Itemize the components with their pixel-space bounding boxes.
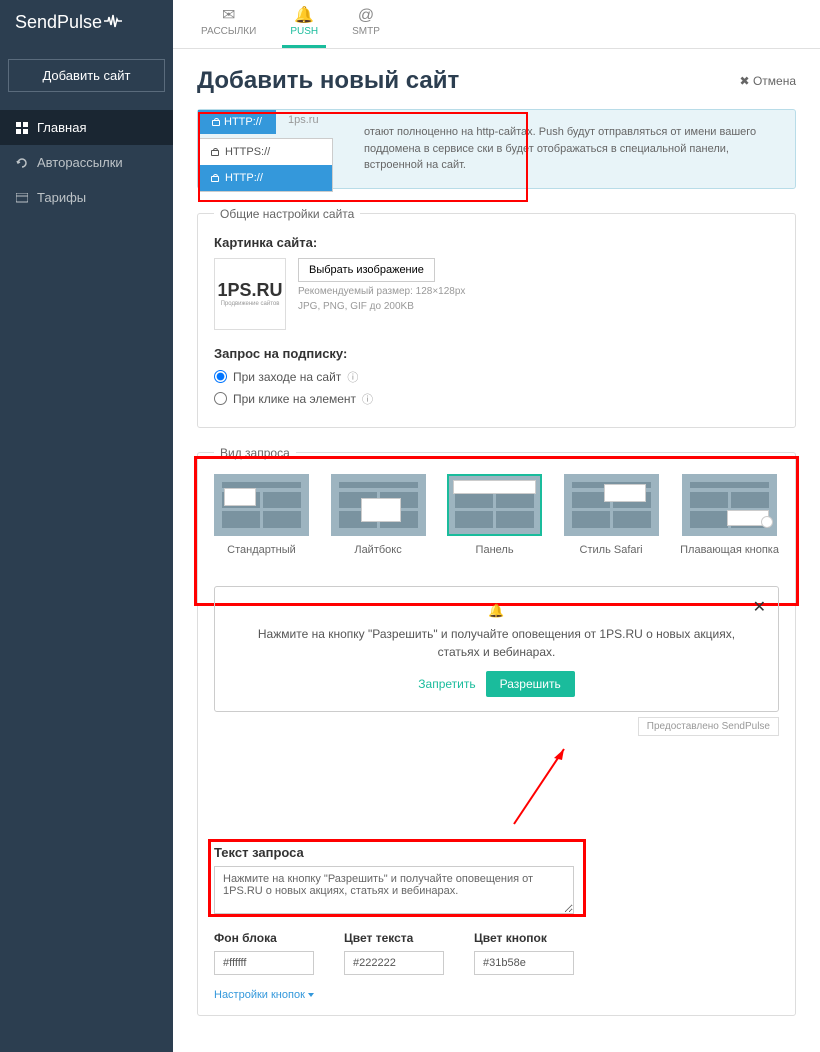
radio-label: При клике на элемент — [233, 392, 356, 406]
request-legend: Вид запроса — [214, 446, 296, 460]
provided-by-label: Предоставлено SendPulse — [638, 717, 779, 736]
type-label: Стиль Safari — [580, 544, 643, 556]
topnav-smtp[interactable]: @ SMTP — [344, 4, 388, 48]
request-type-standard[interactable]: Стандартный — [214, 474, 309, 556]
subscribe-request-label: Запрос на подписку: — [214, 346, 779, 361]
type-label: Плавающая кнопка — [680, 544, 779, 556]
general-settings-fieldset: Общие настройки сайта Картинка сайта: 1P… — [197, 207, 796, 428]
buttons-color-label: Цвет кнопок — [474, 931, 574, 945]
lock-icon — [211, 148, 219, 156]
main-content: ✉ РАССЫЛКИ 🔔 PUSH @ SMTP Добавить новый … — [173, 0, 820, 1052]
lock-open-icon — [211, 174, 219, 182]
nav-label: Главная — [37, 120, 86, 135]
radio-on-visit-input[interactable] — [214, 370, 227, 383]
button-settings-link[interactable]: Настройки кнопок — [214, 989, 314, 1001]
image-hint-size: Рекомендуемый размер: 128×128px — [298, 286, 465, 297]
logo-sub: Продвижение сайтов — [221, 301, 280, 307]
buttons-color-input[interactable] — [474, 951, 574, 975]
nav-home[interactable]: Главная — [0, 110, 173, 145]
nav-tariffs[interactable]: Тарифы — [0, 180, 173, 215]
nav-label: Авторассылки — [37, 155, 123, 170]
allow-button[interactable]: Разрешить — [486, 671, 575, 697]
top-nav: ✉ РАССЫЛКИ 🔔 PUSH @ SMTP — [173, 0, 820, 49]
close-preview-button[interactable]: ✕ — [753, 597, 766, 617]
topnav-label: РАССЫЛКИ — [201, 26, 256, 37]
chevron-down-icon — [308, 993, 314, 997]
radio-on-click[interactable]: При клике на элемент ⓘ — [214, 391, 779, 407]
type-label: Панель — [476, 544, 514, 556]
logo-suffix: .RU — [252, 280, 283, 300]
refresh-icon — [15, 157, 29, 169]
radio-on-click-input[interactable] — [214, 392, 227, 405]
request-text-input[interactable] — [214, 866, 574, 914]
lock-open-icon — [212, 118, 220, 126]
protocol-option-https[interactable]: HTTPS:// — [199, 139, 332, 165]
topnav-mailings[interactable]: ✉ РАССЫЛКИ — [193, 4, 264, 48]
request-type-safari[interactable]: Стиль Safari — [564, 474, 659, 556]
nav-label: Тарифы — [37, 190, 86, 205]
request-text-label: Текст запроса — [214, 845, 584, 860]
request-type-floating[interactable]: Плавающая кнопка — [680, 474, 779, 556]
request-text-block: Текст запроса — [214, 845, 584, 917]
preview-text: Нажмите на кнопку "Разрешить" и получайт… — [251, 625, 742, 661]
card-icon — [15, 192, 29, 204]
request-view-fieldset: Вид запроса Стандартный Лайтбокс Панель — [197, 446, 796, 1016]
topnav-label: PUSH — [290, 26, 318, 37]
add-site-button[interactable]: Добавить сайт — [8, 59, 165, 92]
sidebar: SendPulse Добавить сайт Главная Авторасс… — [0, 0, 173, 1052]
info-icon[interactable]: ⓘ — [347, 369, 358, 385]
link-label: Настройки кнопок — [214, 989, 305, 1001]
topnav-label: SMTP — [352, 26, 380, 37]
image-hint-format: JPG, PNG, GIF до 200KB — [298, 301, 465, 312]
cancel-link[interactable]: Отмена — [740, 74, 796, 88]
option-label: HTTPS:// — [225, 146, 270, 158]
option-label: HTTP:// — [225, 172, 263, 184]
text-color-label: Цвет текста — [344, 931, 444, 945]
logo-main: 1PS — [217, 280, 251, 300]
protocol-dropdown: HTTPS:// HTTP:// — [198, 138, 333, 192]
site-url-input[interactable]: 1ps.ru — [288, 114, 319, 126]
bell-icon: 🔔 — [294, 8, 314, 24]
type-label: Лайтбокс — [354, 544, 401, 556]
nav-autosend[interactable]: Авторассылки — [0, 145, 173, 180]
protocol-tab[interactable]: HTTP:// — [198, 110, 276, 134]
request-type-lightbox[interactable]: Лайтбокс — [331, 474, 426, 556]
topnav-push[interactable]: 🔔 PUSH — [282, 4, 326, 48]
select-image-button[interactable]: Выбрать изображение — [298, 258, 435, 282]
general-legend: Общие настройки сайта — [214, 207, 360, 221]
info-icon[interactable]: ⓘ — [362, 391, 373, 407]
type-label: Стандартный — [227, 544, 296, 556]
block-color-label: Фон блока — [214, 931, 314, 945]
pulse-icon — [104, 12, 122, 33]
protocol-option-http[interactable]: HTTP:// — [199, 165, 332, 191]
envelope-icon: ✉ — [222, 8, 235, 24]
protocol-info-text: отают полноценно на http-сайтах. Push бу… — [364, 124, 779, 174]
grid-icon — [15, 122, 29, 134]
site-image-preview: 1PS.RU Продвижение сайтов — [214, 258, 286, 330]
at-icon: @ — [358, 8, 374, 24]
text-color-input[interactable] — [344, 951, 444, 975]
brand-text: SendPulse — [15, 12, 102, 33]
bell-icon: 🔔 — [251, 603, 742, 619]
request-type-panel[interactable]: Панель — [447, 474, 542, 556]
annotation-arrow — [314, 744, 574, 834]
brand-logo: SendPulse — [0, 0, 173, 45]
notification-preview: ✕ 🔔 Нажмите на кнопку "Разрешить" и полу… — [214, 586, 779, 712]
radio-on-visit[interactable]: При заходе на сайт ⓘ — [214, 369, 779, 385]
protocol-info-box: HTTP:// 1ps.ru HTTPS:// HTTP:// отают по… — [197, 109, 796, 189]
radio-label: При заходе на сайт — [233, 370, 341, 384]
protocol-tab-label: HTTP:// — [224, 116, 262, 128]
image-label: Картинка сайта: — [214, 235, 779, 250]
block-color-input[interactable] — [214, 951, 314, 975]
deny-button[interactable]: Запретить — [418, 677, 475, 691]
page-title: Добавить новый сайт — [197, 67, 459, 95]
